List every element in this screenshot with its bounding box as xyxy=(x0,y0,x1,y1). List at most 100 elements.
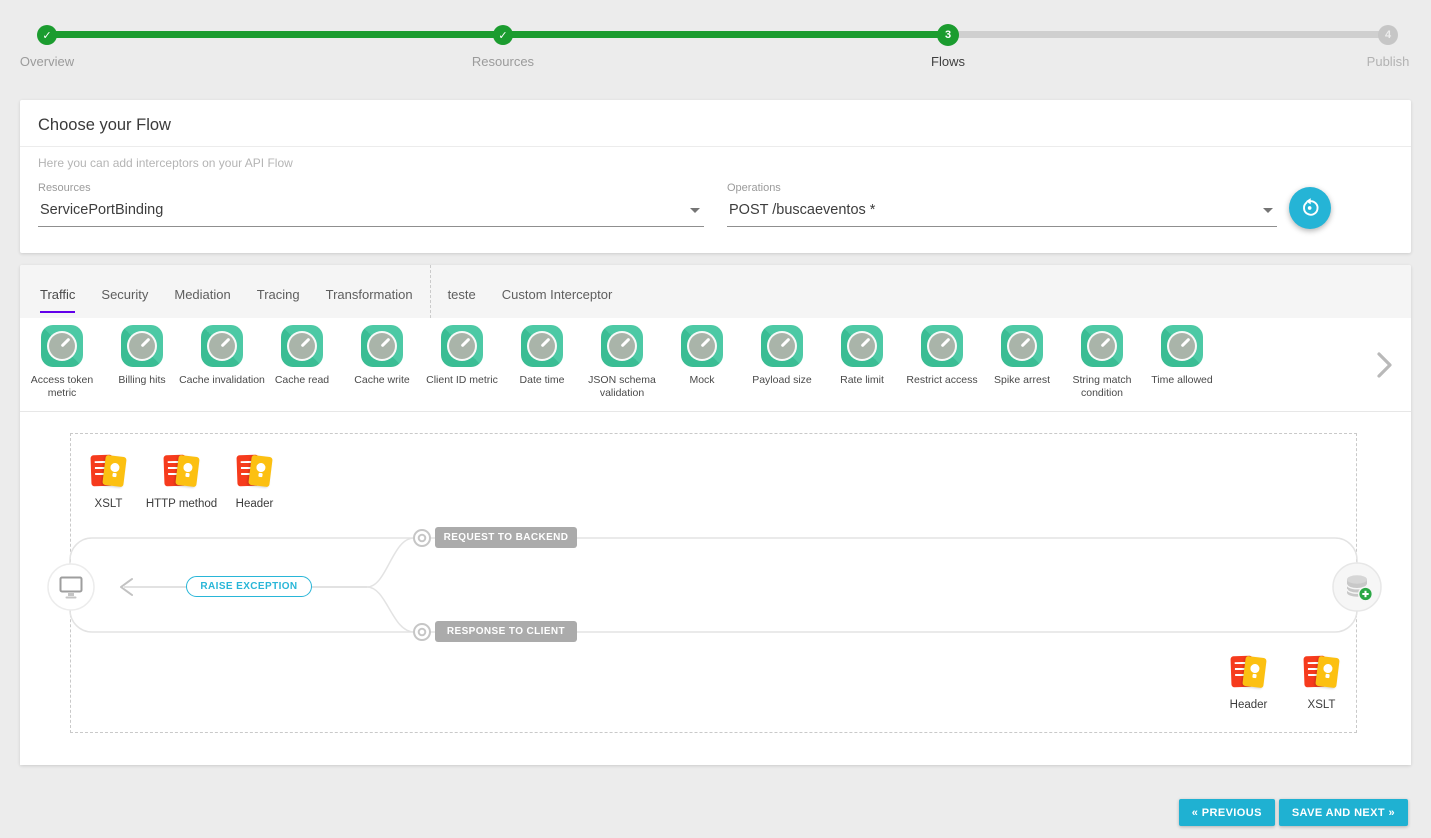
interceptor-label: XSLT xyxy=(1308,699,1336,711)
tab-security[interactable]: Security xyxy=(88,265,161,318)
interceptor-label: Cache invalidation xyxy=(177,374,267,387)
response-interceptor-xslt[interactable]: XSLT xyxy=(1285,653,1358,711)
step-label-publish: Publish xyxy=(1288,54,1431,69)
step-circle-overview[interactable]: ✓ xyxy=(37,25,57,45)
document-lightbulb-icon xyxy=(90,452,128,490)
interceptor-time-allowed[interactable]: Time allowed xyxy=(1142,325,1222,387)
interceptor-label: JSON schema validation xyxy=(577,374,667,400)
interceptor-label: Spike arrest xyxy=(977,374,1067,387)
interceptor-label: Client ID metric xyxy=(417,374,507,387)
interceptor-client-id-metric[interactable]: Client ID metric xyxy=(422,325,502,387)
gauge-icon xyxy=(361,325,403,367)
step-label-overview: Overview xyxy=(0,54,147,69)
gauge-icon xyxy=(41,325,83,367)
history-restore-icon xyxy=(1299,197,1321,219)
gauge-icon xyxy=(201,325,243,367)
request-interceptor-http-method[interactable]: HTTP method xyxy=(145,452,218,510)
tab-label: Tracing xyxy=(257,271,300,313)
backend-endpoint[interactable] xyxy=(1333,563,1381,611)
interceptor-label: Rate limit xyxy=(817,374,907,387)
document-lightbulb-icon xyxy=(163,452,201,490)
step-circle-flows[interactable]: 3 xyxy=(937,24,959,46)
interceptor-date-time[interactable]: Date time xyxy=(502,325,582,387)
gauge-icon xyxy=(601,325,643,367)
tab-label: Mediation xyxy=(174,271,230,313)
tab-label: teste xyxy=(448,271,476,313)
gauge-icon xyxy=(1081,325,1123,367)
interceptor-tabs: Traffic Security Mediation Tracing Transform… xyxy=(20,265,1411,318)
interceptor-rate-limit[interactable]: Rate limit xyxy=(822,325,902,387)
gauge-icon xyxy=(761,325,803,367)
interceptor-json-schema-validation[interactable]: JSON schema validation xyxy=(582,325,662,400)
document-lightbulb-icon xyxy=(1230,653,1268,691)
gauge-icon xyxy=(921,325,963,367)
response-node xyxy=(414,624,430,640)
interceptor-label: Restrict access xyxy=(897,374,987,387)
response-interceptor-header[interactable]: Header xyxy=(1212,653,1285,711)
tab-label: Traffic xyxy=(40,271,75,313)
gauge-icon xyxy=(681,325,723,367)
interceptor-billing-hits[interactable]: Billing hits xyxy=(102,325,182,387)
interceptor-spike-arrest[interactable]: Spike arrest xyxy=(982,325,1062,387)
raise-exception-button[interactable]: RAISE EXCEPTION xyxy=(186,576,312,597)
operations-value: POST /buscaeventos * xyxy=(729,202,875,218)
tab-label: Transformation xyxy=(326,271,413,313)
interceptor-label: Billing hits xyxy=(97,374,187,387)
save-and-next-button[interactable]: SAVE AND NEXT » xyxy=(1279,799,1408,826)
document-lightbulb-icon xyxy=(1303,653,1341,691)
request-interceptor-xslt[interactable]: XSLT xyxy=(72,452,145,510)
palette-scroll-right[interactable] xyxy=(1373,350,1395,385)
add-backend-icon xyxy=(1359,587,1373,601)
interceptor-label: Cache read xyxy=(257,374,347,387)
previous-button[interactable]: « PREVIOUS xyxy=(1179,799,1275,826)
response-to-client-label: RESPONSE TO CLIENT xyxy=(435,621,577,642)
gauge-icon xyxy=(1001,325,1043,367)
tab-label: Custom Interceptor xyxy=(502,271,613,313)
choose-flow-card: Choose your Flow Here you can add interc… xyxy=(20,100,1411,253)
interceptor-access-token-metric[interactable]: Access token metric xyxy=(22,325,102,400)
step-label-resources: Resources xyxy=(403,54,603,69)
flow-canvas: REQUEST TO BACKEND RESPONSE TO CLIENT RA… xyxy=(20,412,1411,765)
interceptor-label: Access token metric xyxy=(17,374,107,400)
interceptor-cache-invalidation[interactable]: Cache invalidation xyxy=(182,325,262,387)
request-flow-interceptors: XSLT HTTP methodHeader xyxy=(72,452,291,510)
interceptor-label: Mock xyxy=(657,374,747,387)
interceptor-label: HTTP method xyxy=(146,498,217,510)
interceptor-cache-write[interactable]: Cache write xyxy=(342,325,422,387)
tab-transformation[interactable]: Transformation xyxy=(313,265,426,318)
interceptor-mock[interactable]: Mock xyxy=(662,325,742,387)
stepper-segment xyxy=(47,31,503,38)
gauge-icon xyxy=(281,325,323,367)
gauge-icon xyxy=(121,325,163,367)
interceptor-palette: Access token metricBilling hitsCache inv… xyxy=(20,318,1411,412)
operations-label: Operations xyxy=(727,182,1277,194)
document-lightbulb-icon xyxy=(236,452,274,490)
tab-mediation[interactable]: Mediation xyxy=(161,265,243,318)
interceptor-label: String match condition xyxy=(1057,374,1147,400)
restore-flow-button[interactable] xyxy=(1289,187,1331,229)
stepper-segment xyxy=(948,31,1388,38)
gauge-icon xyxy=(1161,325,1203,367)
request-interceptor-header[interactable]: Header xyxy=(218,452,291,510)
resources-label: Resources xyxy=(38,182,704,194)
interceptor-cache-read[interactable]: Cache read xyxy=(262,325,342,387)
interceptor-string-match-condition[interactable]: String match condition xyxy=(1062,325,1142,400)
resources-select[interactable]: ServicePortBinding xyxy=(38,200,704,227)
wizard-footer: « PREVIOUS SAVE AND NEXT » xyxy=(1179,799,1408,826)
response-flow-interceptors: Header XSLT xyxy=(1212,653,1358,711)
tab-tracing[interactable]: Tracing xyxy=(244,265,313,318)
interceptor-label: XSLT xyxy=(95,498,123,510)
step-circle-publish[interactable]: 4 xyxy=(1378,25,1398,45)
operations-select[interactable]: POST /buscaeventos * xyxy=(727,200,1277,227)
interceptor-restrict-access[interactable]: Restrict access xyxy=(902,325,982,387)
tab-custom-interceptor[interactable]: Custom Interceptor xyxy=(489,265,626,318)
interceptor-label: Time allowed xyxy=(1137,374,1227,387)
tab-teste[interactable]: teste xyxy=(435,265,489,318)
interceptor-label: Date time xyxy=(497,374,587,387)
page-title: Choose your Flow xyxy=(20,100,1411,147)
chevron-down-icon xyxy=(690,208,700,213)
tab-traffic[interactable]: Traffic xyxy=(27,265,88,318)
interceptors-card: Traffic Security Mediation Tracing Transform… xyxy=(20,265,1411,765)
step-circle-resources[interactable]: ✓ xyxy=(493,25,513,45)
interceptor-payload-size[interactable]: Payload size xyxy=(742,325,822,387)
